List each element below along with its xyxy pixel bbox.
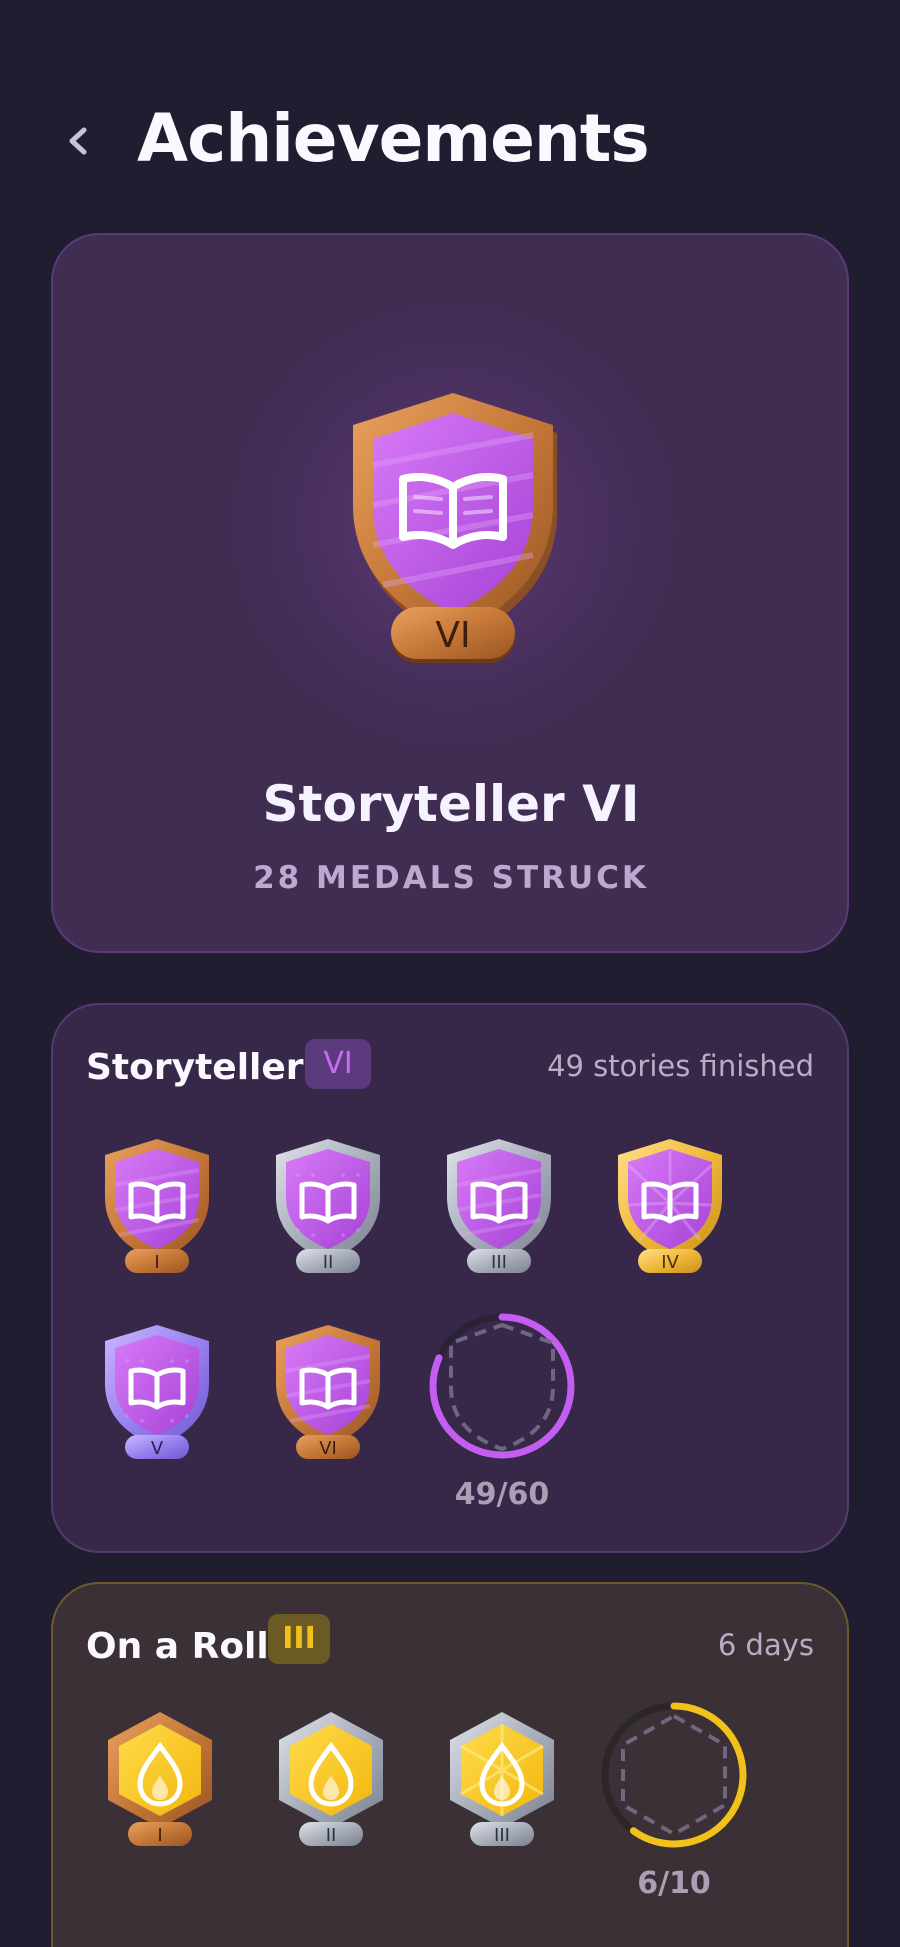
svg-text:I: I [154, 1252, 159, 1273]
locked-hexagon-outline [621, 1713, 727, 1837]
page-title: Achievements [137, 100, 650, 177]
featured-medal: VI [353, 393, 557, 663]
next-medal-progress-ring[interactable] [599, 1700, 749, 1850]
medal-storyteller-iv[interactable]: IV [610, 1135, 730, 1275]
section-title: On a Roll [86, 1626, 269, 1667]
medals-struck-count: 28 MEDALS STRUCK [253, 860, 649, 896]
back-button[interactable] [56, 116, 100, 166]
svg-text:V: V [151, 1438, 164, 1459]
streak-days-stat: 6 days [717, 1628, 814, 1662]
svg-text:VI: VI [319, 1438, 337, 1459]
tier-badge: VI [305, 1039, 371, 1089]
chevron-left-icon [69, 127, 87, 155]
svg-text:III: III [491, 1252, 507, 1273]
svg-text:I: I [157, 1825, 162, 1846]
progress-label: 6/10 [637, 1866, 711, 1901]
svg-text:III: III [494, 1825, 510, 1846]
medal-storyteller-ii[interactable]: II [268, 1135, 388, 1275]
locked-shield-outline [449, 1322, 555, 1452]
medal-on-a-roll-i[interactable]: I [100, 1708, 220, 1848]
tier-badge: III [268, 1614, 330, 1664]
featured-achievement-name: Storyteller VI [262, 775, 640, 833]
progress-label: 49/60 [454, 1477, 550, 1512]
page-header: Achievements [0, 90, 900, 190]
section-title: Storyteller [86, 1047, 304, 1088]
medal-storyteller-iii[interactable]: III [439, 1135, 559, 1275]
featured-achievement-card[interactable]: VI Storyteller VI 28 MEDALS STRUCK [51, 233, 849, 953]
stories-finished-stat: 49 stories finished [547, 1049, 814, 1083]
medal-storyteller-v[interactable]: V [97, 1321, 217, 1461]
svg-text:II: II [323, 1252, 334, 1273]
medal-tier-label: VI [435, 615, 470, 656]
medal-storyteller-i[interactable]: I [97, 1135, 217, 1275]
svg-text:II: II [326, 1825, 337, 1846]
medal-on-a-roll-ii[interactable]: II [271, 1708, 391, 1848]
svg-text:IV: IV [661, 1252, 679, 1273]
next-medal-progress-ring[interactable] [427, 1311, 577, 1461]
on-a-roll-section: On a Roll III 6 days I II III 6/10 [51, 1582, 849, 1947]
medal-storyteller-vi[interactable]: VI [268, 1321, 388, 1461]
storyteller-section: Storyteller VI 49 stories finished I II … [51, 1003, 849, 1553]
medal-on-a-roll-iii[interactable]: III [442, 1708, 562, 1848]
